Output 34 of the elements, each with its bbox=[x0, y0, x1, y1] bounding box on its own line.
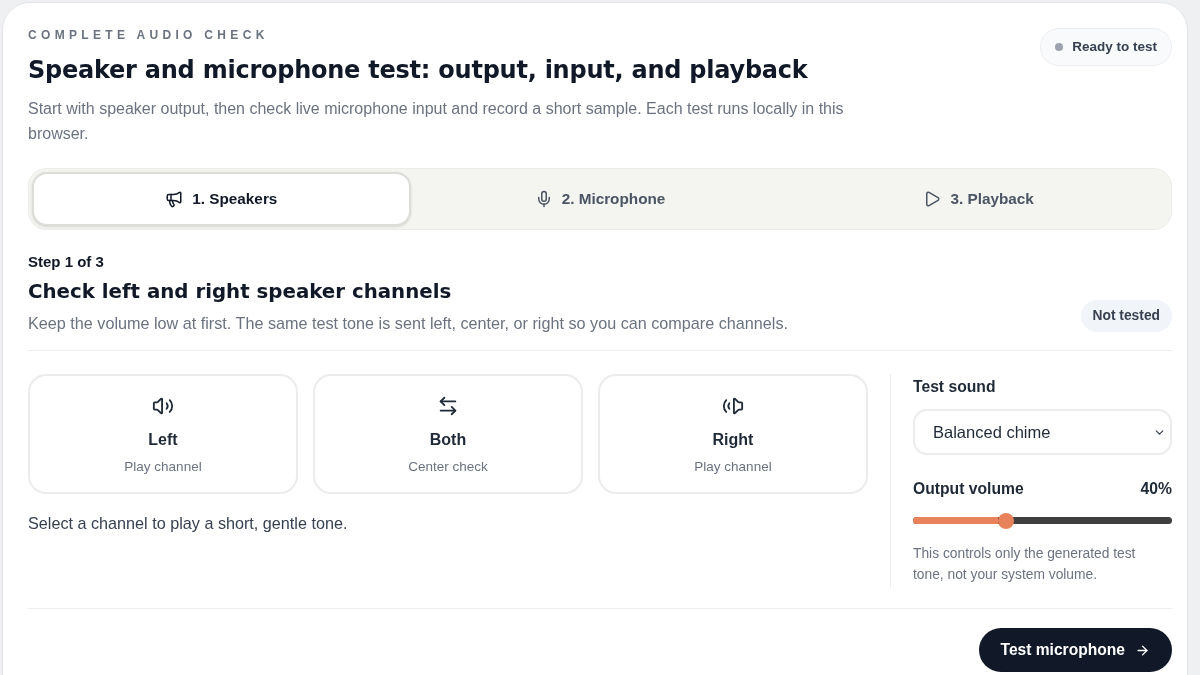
test-sound-label: Test sound bbox=[913, 377, 996, 397]
slider-thumb[interactable] bbox=[998, 512, 1015, 529]
status-text: Ready to test bbox=[1072, 37, 1157, 56]
channel-label: Both bbox=[429, 430, 467, 450]
speaker-icon bbox=[722, 395, 744, 417]
test-microphone-button[interactable]: Test microphone bbox=[978, 628, 1172, 672]
volume-note: This controls only the generated test tone, not your system volume. bbox=[913, 545, 1137, 584]
section-title: Check left and right speaker channels bbox=[28, 279, 452, 305]
page-title: Speaker and microphone test: output, input, and playback bbox=[28, 55, 808, 86]
step-tab[interactable]: 1. Speakers bbox=[32, 172, 411, 226]
page-description: Start with speaker output, then check live microphone input and record a short sample. Each test runs locally in this browser. bbox=[28, 99, 845, 144]
channel-label: Right bbox=[712, 430, 754, 450]
test-sound-select[interactable]: Balanced chime bbox=[913, 409, 1172, 455]
output-volume-label: Output volume bbox=[913, 479, 1024, 499]
channel-caption: Center check bbox=[408, 458, 488, 476]
megaphone-icon bbox=[165, 190, 184, 208]
step-tab[interactable]: 2. Microphone bbox=[410, 172, 790, 226]
section-description: Keep the volume low at first. The same test tone is sent left, center, or right so you can compare channels. bbox=[28, 313, 788, 334]
channel-caption: Play channel bbox=[124, 458, 202, 476]
step-tab[interactable]: 3. Playback bbox=[789, 172, 1168, 226]
test-status-pill: Not tested bbox=[1080, 300, 1172, 332]
output-volume-reading: 40% bbox=[1140, 479, 1172, 499]
channel-card[interactable]: Both Center check bbox=[313, 374, 583, 494]
channel-card[interactable]: Right Play channel bbox=[598, 374, 868, 494]
channel-label: Left bbox=[148, 430, 178, 450]
speaker-icon bbox=[152, 395, 174, 417]
left-right-arrow-icon bbox=[437, 395, 459, 417]
arrow-right-icon bbox=[1135, 642, 1150, 658]
eyebrow-label: COMPLETE AUDIO CHECK bbox=[28, 27, 269, 43]
step-counter: Step 1 of 3 bbox=[28, 252, 104, 272]
channel-card[interactable]: Left Play channel bbox=[28, 374, 298, 494]
channel-caption: Play channel bbox=[694, 458, 772, 476]
channel-hint: Select a channel to play a short, gentle tone. bbox=[28, 513, 348, 533]
play-icon bbox=[923, 190, 942, 208]
